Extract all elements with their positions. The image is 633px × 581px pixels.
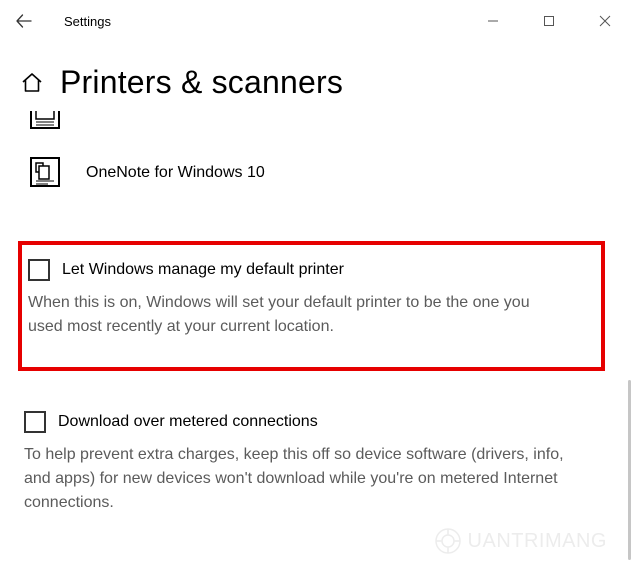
default-printer-description: When this is on, Windows will set your d…	[28, 291, 565, 339]
page-title: Printers & scanners	[60, 64, 343, 101]
maximize-icon	[543, 15, 555, 27]
metered-label: Download over metered connections	[58, 413, 318, 431]
minimize-button[interactable]	[465, 0, 521, 42]
minimize-icon	[487, 15, 499, 27]
titlebar: Settings	[0, 0, 633, 42]
maximize-button[interactable]	[521, 0, 577, 42]
window-controls	[465, 0, 633, 42]
home-icon[interactable]	[20, 71, 44, 95]
highlight-box: Let Windows manage my default printer Wh…	[18, 241, 605, 371]
default-printer-label: Let Windows manage my default printer	[62, 261, 344, 279]
watermark: UANTRIMANG	[434, 527, 607, 555]
arrow-left-icon	[15, 12, 33, 30]
page-header: Printers & scanners	[0, 42, 633, 111]
printer-item-partial[interactable]	[22, 111, 613, 131]
back-button[interactable]	[4, 0, 44, 42]
printer-label: OneNote for Windows 10	[86, 164, 265, 182]
metered-description: To help prevent extra charges, keep this…	[24, 443, 593, 515]
option-metered: Download over metered connections To hel…	[22, 411, 613, 515]
default-printer-checkbox[interactable]	[28, 259, 50, 281]
printer-item[interactable]: OneNote for Windows 10	[22, 155, 613, 191]
metered-checkbox[interactable]	[24, 411, 46, 433]
window-title: Settings	[64, 14, 111, 29]
option-default-printer: Let Windows manage my default printer Wh…	[26, 259, 585, 339]
close-icon	[599, 15, 611, 27]
printer-icon	[28, 155, 64, 191]
scrollbar[interactable]	[628, 380, 631, 560]
content: OneNote for Windows 10 Let Windows manag…	[0, 111, 633, 515]
printer-icon	[28, 111, 64, 131]
close-button[interactable]	[577, 0, 633, 42]
